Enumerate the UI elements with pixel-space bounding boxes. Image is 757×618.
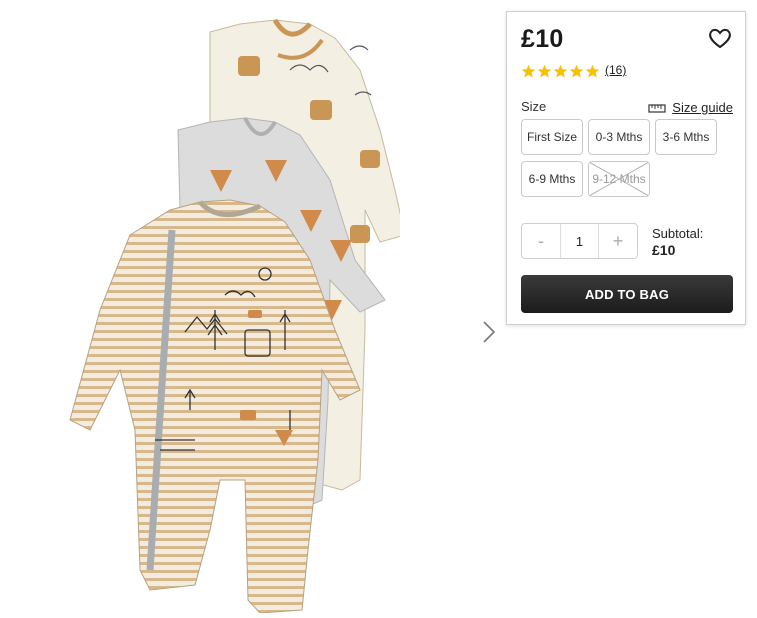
- quantity-increase-button[interactable]: +: [599, 224, 637, 258]
- unavailable-cross-icon: [589, 162, 649, 196]
- star-icon: [537, 64, 552, 78]
- size-option-first-size[interactable]: First Size: [521, 119, 583, 155]
- rating-stars: [521, 64, 600, 79]
- size-label: Size: [521, 99, 547, 114]
- star-icon: [569, 64, 584, 78]
- review-count-link[interactable]: (16): [605, 63, 626, 77]
- add-to-bag-button[interactable]: ADD TO BAG: [521, 275, 733, 313]
- star-icon: [521, 64, 536, 78]
- subtotal-value: £10: [652, 242, 676, 258]
- product-image: [60, 10, 406, 614]
- quantity-decrease-button[interactable]: -: [522, 224, 560, 258]
- ruler-icon: [648, 103, 666, 113]
- quantity-stepper: - 1 +: [521, 223, 638, 259]
- size-option-6-9-mths[interactable]: 6-9 Mths: [521, 161, 583, 197]
- star-icon: [585, 64, 600, 78]
- product-purchase-panel: £10 (16) Size Size guide First Size 0-3 …: [506, 11, 746, 325]
- subtotal-label: Subtotal:: [652, 226, 704, 241]
- size-guide-link[interactable]: Size guide: [648, 100, 733, 115]
- wishlist-heart-icon[interactable]: [707, 26, 733, 50]
- product-price: £10: [521, 25, 564, 53]
- size-option-0-3-mths[interactable]: 0-3 Mths: [588, 119, 650, 155]
- size-option-9-12-mths-unavailable[interactable]: 9-12 Mths: [588, 161, 650, 197]
- star-icon: [553, 64, 568, 78]
- quantity-value[interactable]: 1: [560, 224, 599, 258]
- size-guide-label: Size guide: [672, 100, 733, 115]
- size-option-3-6-mths[interactable]: 3-6 Mths: [655, 119, 717, 155]
- next-image-chevron-icon[interactable]: [478, 318, 500, 346]
